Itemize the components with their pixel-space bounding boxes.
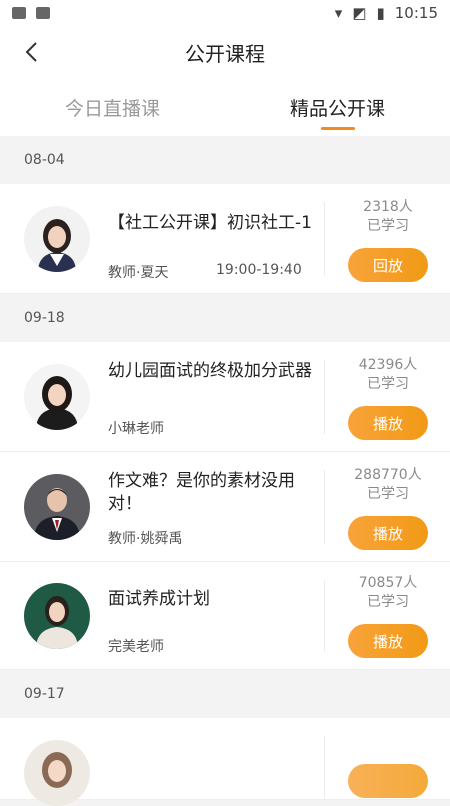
play-button[interactable]: 播放 — [348, 624, 428, 658]
course-card[interactable]: 【社工公开课】初识社工-1 教师·夏天 19:00-19:40 2318人 已学… — [0, 184, 450, 294]
teacher-name: 小琳老师 — [108, 421, 164, 437]
course-card[interactable]: 作文难？是你的素材没用对！ 教师·姚舜禹 288770人 已学习 播放 — [0, 452, 450, 562]
course-card[interactable]: 面试养成计划 完美老师 70857人 已学习 播放 — [0, 562, 450, 670]
avatar — [24, 583, 90, 649]
chevron-left-icon — [25, 42, 37, 62]
divider — [324, 360, 325, 434]
battery-icon: ▮ — [376, 4, 385, 22]
page-title: 公开课程 — [185, 41, 265, 66]
top-bar: 公开课程 — [0, 26, 450, 78]
learner-count: 70857人 — [358, 575, 418, 591]
wifi-icon: ▾ — [334, 4, 343, 22]
status-bar: ▾ ◩ ▮ 10:15 — [0, 0, 450, 26]
back-button[interactable] — [16, 36, 48, 68]
tab-featured[interactable]: 精品公开课 — [225, 78, 450, 136]
course-title: 幼儿园面试的终极加分武器 — [108, 361, 312, 381]
image-icon — [12, 7, 26, 19]
signal-icon: ◩ — [352, 4, 367, 22]
play-button[interactable]: 播放 — [348, 406, 428, 440]
divider — [324, 470, 325, 544]
teacher-name: 完美老师 — [108, 639, 164, 655]
date-header: 09-17 — [0, 670, 450, 718]
teacher-name: 教师·姚舜禹 — [108, 531, 183, 547]
tab-bar: 今日直播课 精品公开课 — [0, 78, 450, 136]
course-title: 【社工公开课】初识社工-1 — [108, 213, 312, 233]
avatar — [24, 206, 90, 272]
avatar — [24, 740, 90, 806]
course-title: 作文难？是你的素材没用对！ — [108, 471, 295, 514]
date-header: 08-04 — [0, 136, 450, 184]
learner-count: 2318人 — [363, 199, 413, 215]
divider — [324, 202, 325, 276]
learned-label: 已学习 — [367, 594, 409, 610]
learned-label: 已学习 — [367, 376, 409, 392]
course-time: 19:00-19:40 — [216, 262, 302, 278]
avatar — [24, 364, 90, 430]
learner-count: 42396人 — [358, 357, 418, 373]
course-card[interactable]: 幼儿园面试的终极加分武器 小琳老师 42396人 已学习 播放 — [0, 342, 450, 452]
status-time: 10:15 — [394, 4, 438, 22]
learned-label: 已学习 — [367, 218, 409, 234]
course-title: 面试养成计划 — [108, 589, 210, 609]
learned-label: 已学习 — [367, 486, 409, 502]
learner-count: 288770人 — [354, 467, 422, 483]
play-button[interactable] — [348, 764, 428, 798]
replay-button[interactable]: 回放 — [348, 248, 428, 282]
play-button[interactable]: 播放 — [348, 516, 428, 550]
font-icon — [36, 7, 50, 19]
tab-today-live[interactable]: 今日直播课 — [0, 78, 225, 136]
divider — [324, 736, 325, 800]
divider — [324, 580, 325, 652]
teacher-name: 教师·夏天 — [108, 265, 169, 281]
avatar — [24, 474, 90, 540]
date-header: 09-18 — [0, 294, 450, 342]
course-card[interactable] — [0, 718, 450, 806]
